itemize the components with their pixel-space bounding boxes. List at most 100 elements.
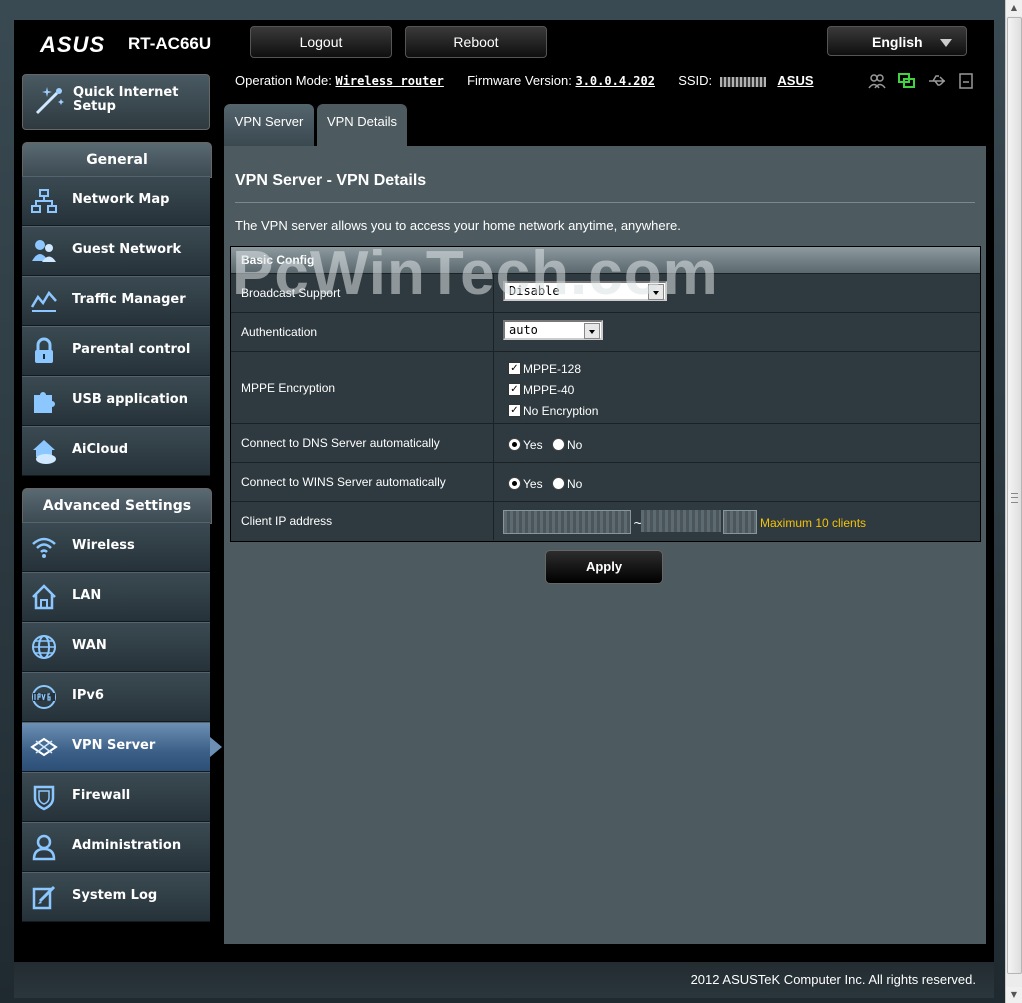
client-ip-label: Client IP address (241, 514, 333, 528)
table-row-authentication: Authentication auto (231, 312, 980, 351)
ip-start-input[interactable] (503, 510, 631, 534)
sidebar-item-network-map[interactable]: Network Map (22, 176, 210, 226)
mppe-128-checkbox[interactable]: ✓ (508, 362, 521, 375)
advanced-settings-title: Advanced Settings (22, 488, 212, 524)
sidebar-item-label: Wireless (72, 538, 135, 553)
traffic-manager-icon (30, 290, 57, 312)
ipv6-icon (32, 685, 56, 709)
guest-network-icon (32, 240, 56, 262)
wins-no-radio[interactable] (552, 477, 565, 490)
sidebar-item-label: WAN (72, 638, 107, 653)
authentication-label: Authentication (241, 325, 318, 339)
sidebar-item-traffic-manager[interactable]: Traffic Manager (22, 276, 210, 326)
sidebar-item-wan[interactable]: WAN (22, 622, 210, 672)
grip-icon (1011, 493, 1018, 503)
row-divider (493, 313, 494, 351)
sidebar-item-system-log[interactable]: System Log (22, 872, 210, 922)
scroll-up-icon[interactable]: ▲ (1006, 0, 1022, 16)
vertical-scrollbar[interactable]: ▲ ▼ (1005, 0, 1022, 1003)
firmware-link[interactable]: 3.0.0.4.202 (575, 74, 654, 88)
dns-no-radio[interactable] (552, 438, 565, 451)
row-divider (493, 274, 494, 312)
sidebar-item-firewall[interactable]: Firewall (22, 772, 210, 822)
quick-internet-setup-button[interactable]: Quick Internet Setup (22, 74, 210, 130)
op-mode-label: Operation Mode: (235, 73, 332, 88)
sidebar-item-label: VPN Server (72, 738, 156, 753)
status-icons (868, 72, 983, 90)
table-row-dns: Connect to DNS Server automatically Yes … (231, 423, 980, 462)
cloud-icon (33, 440, 56, 464)
reboot-button[interactable]: Reboot (405, 26, 547, 58)
quick-setup-line2: Setup (73, 99, 116, 114)
chevron-down-icon (940, 39, 952, 47)
row-divider (493, 502, 494, 540)
internet-connection-icon[interactable] (897, 72, 916, 90)
authentication-select[interactable]: auto (503, 320, 603, 340)
basic-config-table: Basic Config Broadcast Support Disable A… (230, 246, 981, 542)
sidebar-item-ipv6[interactable]: IPv6 (22, 672, 210, 722)
sidebar-item-label: USB application (72, 392, 188, 407)
sidebar-item-usb-application[interactable]: USB application (22, 376, 210, 426)
section-header: Basic Config (231, 247, 980, 273)
page-description: The VPN server allows you to access your… (235, 218, 681, 233)
dns-label: Connect to DNS Server automatically (241, 436, 440, 450)
printer-icon[interactable] (957, 72, 975, 90)
op-mode-link[interactable]: Wireless router (335, 74, 443, 88)
quick-setup-label: Quick Internet Setup (73, 86, 203, 114)
home-icon (32, 584, 56, 610)
tab-vpn-details[interactable]: VPN Details (317, 104, 407, 146)
firmware-label: Firmware Version: (467, 73, 572, 88)
quick-setup-line1: Quick Internet (73, 85, 179, 100)
no-encryption-checkbox[interactable]: ✓ (508, 404, 521, 417)
ip-end-prefix (641, 510, 721, 532)
usb-icon[interactable] (928, 72, 946, 90)
ip-end-input[interactable] (723, 510, 757, 534)
dns-yes-radio[interactable] (508, 438, 521, 451)
apply-button[interactable]: Apply (545, 550, 663, 584)
language-select[interactable]: English (827, 26, 967, 56)
ssid-link[interactable]: ASUS (777, 73, 813, 88)
sidebar-item-parental-control[interactable]: Parental control (22, 326, 210, 376)
sidebar-item-label: IPv6 (72, 688, 104, 703)
logout-button[interactable]: Logout (250, 26, 392, 58)
tab-vpn-server[interactable]: VPN Server (224, 104, 314, 146)
sidebar-item-vpn-server[interactable]: VPN Server (22, 722, 222, 772)
footer: 2012 ASUSTeK Computer Inc. All rights re… (14, 962, 994, 998)
table-row-broadcast: Broadcast Support Disable (231, 273, 980, 312)
sidebar-item-wireless[interactable]: Wireless (22, 522, 210, 572)
page-title: VPN Server - VPN Details (235, 172, 427, 189)
mppe-40-label: MPPE-40 (523, 383, 575, 397)
max-clients-note: Maximum 10 clients (760, 516, 867, 530)
row-divider (493, 352, 494, 423)
lock-icon (35, 337, 53, 363)
wins-yes-label: Yes (523, 477, 543, 491)
sidebar-item-lan[interactable]: LAN (22, 572, 210, 622)
ssid-redacted (719, 76, 766, 87)
scroll-down-icon[interactable]: ▼ (1006, 987, 1022, 1003)
magic-wand-icon (35, 87, 64, 115)
active-indicator-icon (210, 737, 222, 757)
vpn-icon (30, 737, 58, 757)
asus-logo: ASUS (40, 32, 106, 57)
broadcast-select[interactable]: Disable (503, 281, 667, 301)
sidebar-item-administration[interactable]: Administration (22, 822, 210, 872)
dropdown-arrow-icon (584, 323, 600, 339)
sidebar-item-label: Firewall (72, 788, 131, 803)
sidebar-item-label: Traffic Manager (72, 292, 186, 307)
clients-icon[interactable] (868, 72, 886, 90)
general-section-title: General (22, 142, 212, 178)
table-row-wins: Connect to WINS Server automatically Yes… (231, 462, 980, 501)
app-window: ASUS RT-AC66U Logout Reboot English Quic… (0, 0, 1006, 1003)
row-divider (493, 463, 494, 501)
log-icon (32, 885, 56, 910)
sidebar-item-label: LAN (72, 588, 102, 603)
no-encryption-label: No Encryption (523, 404, 599, 418)
sidebar-item-aicloud[interactable]: AiCloud (22, 426, 210, 476)
sidebar-item-guest-network[interactable]: Guest Network (22, 226, 210, 276)
scroll-thumb[interactable] (1007, 17, 1022, 974)
sidebar-item-label: Guest Network (72, 242, 182, 257)
dropdown-arrow-icon (648, 284, 664, 300)
mppe-40-checkbox[interactable]: ✓ (508, 383, 521, 396)
wins-yes-radio[interactable] (508, 477, 521, 490)
row-divider (493, 424, 494, 462)
